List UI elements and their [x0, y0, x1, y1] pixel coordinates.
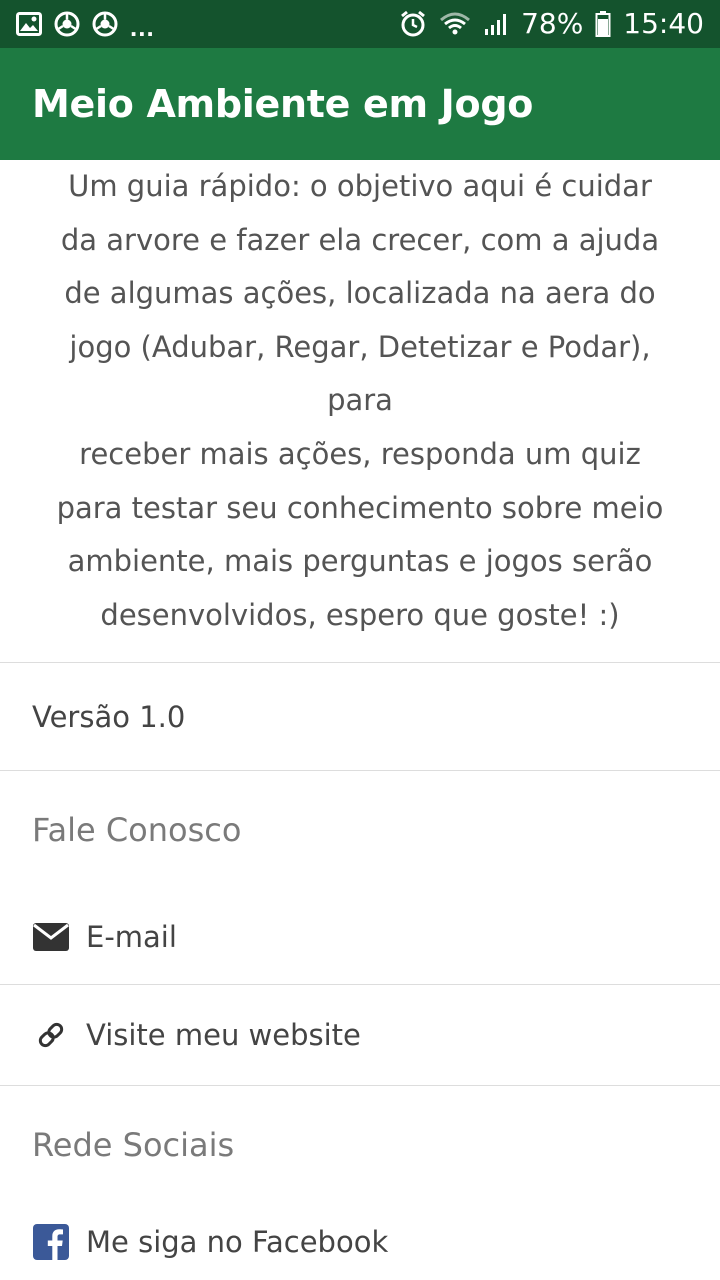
- more-notifications-indicator: ...: [130, 11, 155, 42]
- intro-line: receber mais ações, responda um quiz: [79, 436, 641, 471]
- intro-line: ambiente, mais perguntas e jogos serão: [67, 544, 653, 579]
- facebook-row[interactable]: Me siga no Facebook: [0, 1204, 720, 1280]
- envelope-icon: [32, 918, 70, 956]
- intro-line: da arvore e fazer ela crecer, com a ajud…: [60, 222, 660, 257]
- email-row[interactable]: E-mail: [0, 889, 720, 984]
- intro-line: Um guia rápido: o objetivo aqui é cuidar: [68, 169, 652, 203]
- version-row[interactable]: Versão 1.0: [0, 663, 720, 770]
- app-bar: Meio Ambiente em Jogo: [0, 48, 720, 160]
- version-label: Versão 1.0: [32, 699, 186, 734]
- social-section-header: Rede Sociais: [0, 1086, 720, 1204]
- gallery-icon: [16, 12, 42, 36]
- chrome-icon: [92, 11, 118, 37]
- link-icon: [32, 1016, 70, 1054]
- facebook-label: Me siga no Facebook: [86, 1225, 389, 1259]
- signal-icon: [483, 11, 509, 37]
- wifi-icon: [439, 11, 471, 37]
- section-title: Rede Sociais: [32, 1126, 235, 1164]
- clock: 15:40: [623, 7, 704, 40]
- email-label: E-mail: [86, 919, 177, 954]
- website-label: Visite meu website: [86, 1018, 361, 1052]
- website-row[interactable]: Visite meu website: [0, 985, 720, 1085]
- intro-line: de algumas ações, localizada na aera do: [64, 276, 656, 311]
- intro-line: desenvolvidos, espero que goste! :): [100, 597, 620, 632]
- status-bar: ... 78% 15:40: [0, 0, 720, 48]
- alarm-icon: [399, 10, 427, 38]
- battery-icon: [595, 10, 611, 38]
- intro-text: Um guia rápido: o objetivo aqui é cuidar…: [36, 160, 684, 642]
- contact-section-header: Fale Conosco: [0, 771, 720, 889]
- battery-percentage: 78%: [521, 7, 584, 40]
- intro-line: jogo (Adubar, Regar, Detetizar e Podar),…: [69, 329, 651, 418]
- status-bar-notifications: ...: [16, 6, 155, 43]
- chrome-icon: [54, 11, 80, 37]
- intro-line: para testar seu conhecimento sobre meio: [56, 490, 664, 525]
- status-bar-system: 78% 15:40: [399, 10, 704, 38]
- section-title: Fale Conosco: [32, 811, 242, 849]
- app-title: Meio Ambiente em Jogo: [32, 82, 534, 126]
- facebook-icon: [32, 1223, 70, 1261]
